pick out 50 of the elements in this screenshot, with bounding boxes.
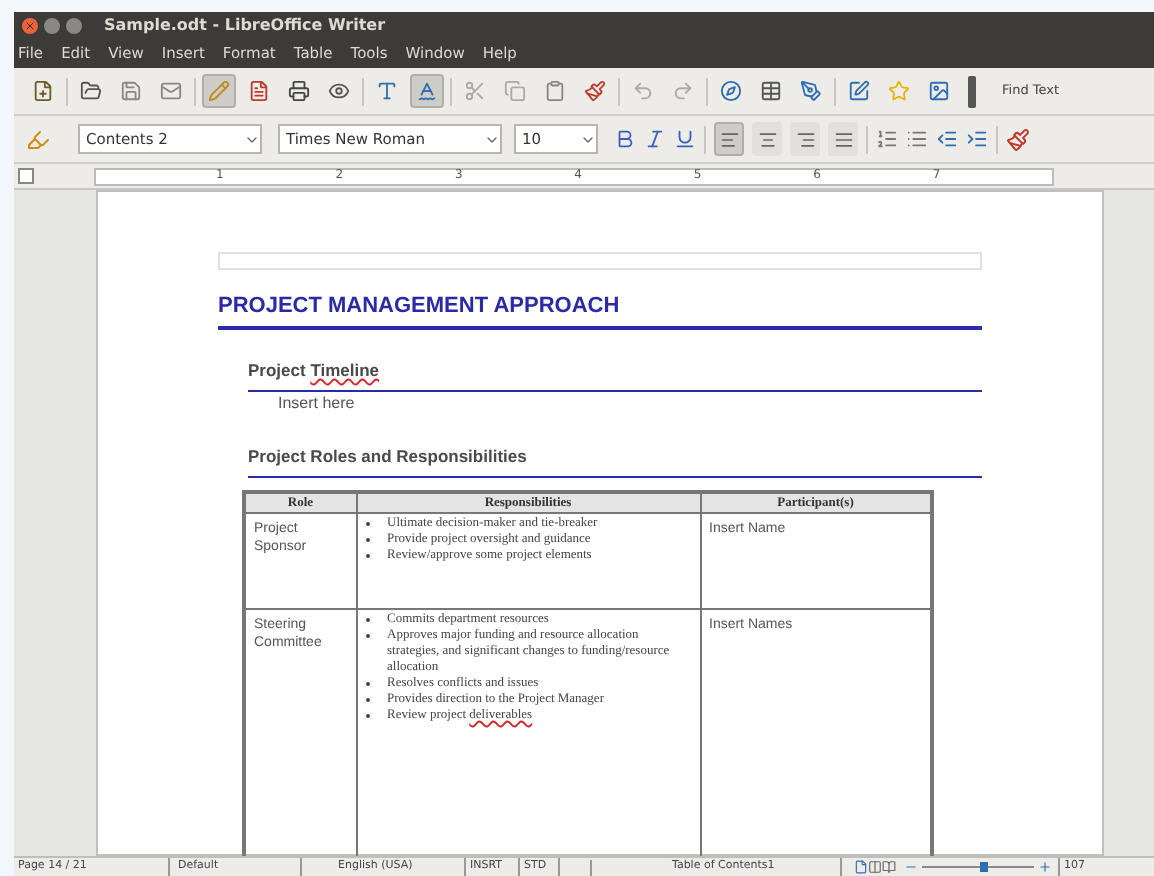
close-icon[interactable] (22, 18, 38, 34)
printer-icon (288, 80, 310, 102)
section-heading: Project Timeline (248, 359, 380, 379)
window-title: Sample.odt - LibreOffice Writer (104, 14, 386, 38)
cut-icon (464, 80, 486, 102)
align-button[interactable] (752, 122, 782, 156)
single-page-icon[interactable] (854, 860, 868, 874)
paste-icon (544, 80, 566, 102)
two-page-icon[interactable] (868, 860, 882, 874)
edit-icon (848, 80, 870, 102)
ruler-corner-icon (18, 168, 34, 184)
redo-icon (672, 80, 694, 102)
align-icon (833, 129, 853, 149)
save-icon (120, 80, 142, 102)
maximize-icon[interactable] (66, 18, 82, 34)
bullet-list-icon[interactable] (906, 128, 928, 150)
toolbar-handle-icon (968, 75, 976, 107)
paintbrush-icon (584, 80, 606, 102)
pen-icon (800, 80, 822, 102)
compass-icon (720, 80, 742, 102)
preview-icon (328, 80, 350, 102)
table-icon (760, 80, 782, 102)
align-button[interactable] (828, 122, 858, 156)
undo-icon (632, 80, 654, 102)
section-heading: Project Roles and Responsibilities (248, 445, 527, 465)
align-icon (719, 129, 739, 149)
image-icon (928, 80, 950, 102)
copy-icon (504, 80, 526, 102)
folder-icon (80, 80, 102, 102)
star-icon (888, 80, 910, 102)
pencil-icon (208, 80, 230, 102)
mail-icon (160, 80, 182, 102)
align-icon (757, 129, 777, 149)
document-title: PROJECT MANAGEMENT APPROACH (218, 290, 982, 329)
pdf-icon (248, 80, 270, 102)
background-color-icon[interactable] (1006, 127, 1030, 151)
body-text: Insert here (278, 391, 357, 415)
book-view-icon[interactable] (882, 860, 896, 874)
align-button[interactable] (714, 122, 744, 156)
new-document-icon (32, 80, 54, 102)
numbered-list-icon[interactable] (876, 128, 898, 150)
italic-icon[interactable] (644, 128, 666, 150)
align-icon (795, 129, 815, 149)
zoom-in-icon[interactable] (1038, 860, 1052, 874)
minimize-icon[interactable] (44, 18, 60, 34)
indent-increase-icon[interactable] (966, 128, 988, 150)
underline-icon[interactable] (674, 128, 696, 150)
align-button[interactable] (790, 122, 820, 156)
bold-icon[interactable] (614, 128, 636, 150)
indent-decrease-icon[interactable] (936, 128, 958, 150)
